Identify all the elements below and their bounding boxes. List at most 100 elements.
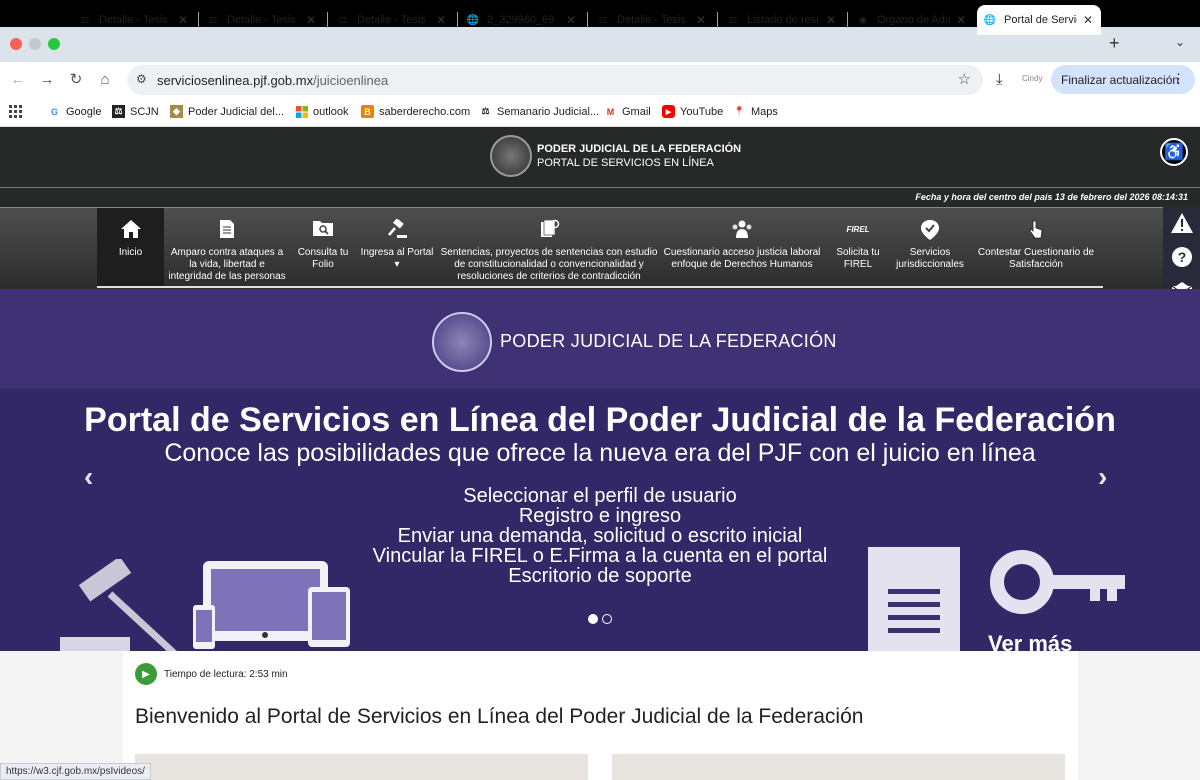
bookmark-google[interactable]: G Google [48, 105, 102, 118]
bookmark-saberderecho[interactable]: B saberderecho.com [361, 105, 470, 118]
back-arrow-icon[interactable]: ← [7, 68, 29, 90]
menu-underline [97, 286, 1103, 288]
reload-icon[interactable]: ↻ [65, 68, 87, 90]
scjn-favicon-icon: ⚖ [80, 14, 90, 26]
browser-tab[interactable]: ◉ Órgano de Adm ✕ [850, 5, 974, 35]
warning-icon[interactable] [1169, 210, 1195, 236]
bookmark-semanario[interactable]: ⚖ Semanario Judicial... [479, 105, 599, 118]
banner-line: Enviar una demanda, solicitud o escrito … [397, 525, 803, 547]
people-icon [662, 219, 822, 241]
bookmark-youtube[interactable]: ▶ YouTube [662, 105, 723, 118]
site-viewport: PODER JUDICIAL DE LA FEDERACIÓN PORTAL D… [0, 127, 1200, 780]
forward-arrow-icon[interactable]: → [36, 68, 58, 90]
menu-item-inicio[interactable]: Inicio [97, 208, 164, 288]
tab-close-icon[interactable]: ✕ [176, 13, 190, 27]
site-header: PODER JUDICIAL DE LA FEDERACIÓN PORTAL D… [0, 127, 1200, 187]
scjn-icon: ⚖ [112, 105, 125, 118]
browser-tab[interactable]: ⚖ Listado de resu ✕ [720, 5, 844, 35]
scjn-favicon-icon: ⚖ [598, 14, 608, 26]
firel-icon: FIREL [846, 225, 870, 234]
site-settings-icon[interactable]: ⚙ [136, 72, 147, 86]
banner-title: Portal de Servicios en Línea del Poder J… [84, 401, 1116, 439]
home-button-icon[interactable]: ⌂ [94, 68, 116, 90]
pointer-icon [970, 219, 1102, 241]
menu-item-amparo[interactable]: Amparo contra ataques a la vida, liberta… [166, 208, 288, 288]
maps-icon: 📍 [733, 106, 746, 116]
national-seal-logo [432, 312, 492, 372]
finish-update-button[interactable]: Finalizar actualización ⋮ [1051, 65, 1195, 94]
apps-grid-icon[interactable] [9, 105, 22, 118]
youtube-icon: ▶ [662, 105, 675, 118]
minimize-window-button[interactable] [29, 38, 41, 50]
carousel-dot[interactable] [588, 614, 598, 624]
tab-close-icon[interactable]: ✕ [954, 13, 968, 27]
bookmark-scjn[interactable]: ⚖ SCJN [112, 105, 159, 118]
menu-item-consulta-folio[interactable]: Consulta tu Folio [296, 208, 350, 288]
carousel-next-icon[interactable]: › [1098, 461, 1107, 493]
carousel-dot[interactable] [602, 614, 612, 624]
seal-favicon-icon: ◉ [858, 14, 868, 26]
key-illustration [990, 550, 1125, 614]
search-folder-icon [296, 219, 350, 241]
maximize-window-button[interactable] [48, 38, 60, 50]
url-text[interactable]: serviciosenlinea.pjf.gob.mx/juicioenline… [157, 73, 388, 88]
bookmark-poder-judicial[interactable]: ◆ Poder Judicial del... [170, 105, 284, 118]
more-menu-icon[interactable]: ⋮ [1172, 71, 1185, 87]
gavel-illustration [60, 559, 177, 651]
help-icon[interactable]: ? [1169, 244, 1195, 270]
scjn-favicon-icon: ⚖ [208, 14, 218, 26]
browser-tab[interactable]: ⚖ Detalle - Tesis ✕ [200, 5, 324, 35]
browser-tab[interactable]: ⚖ Detalle - Tesis ✕ [72, 5, 196, 35]
new-tab-button[interactable]: + [1109, 33, 1120, 54]
close-window-button[interactable] [10, 38, 22, 50]
tab-close-icon[interactable]: ✕ [304, 13, 318, 27]
browser-tab-active[interactable]: 🌐 Portal de Servic ✕ [977, 5, 1101, 35]
tab-list-chevron-icon[interactable]: ⌄ [1175, 35, 1185, 49]
menu-item-servicios[interactable]: Servicios jurisdiccionales [892, 208, 968, 288]
bookmark-outlook[interactable]: outlook [295, 105, 348, 118]
tab-close-icon[interactable]: ✕ [434, 13, 448, 27]
tab-close-icon[interactable]: ✕ [564, 13, 578, 27]
hero-carousel: PODER JUDICIAL DE LA FEDERACIÓN Portal d… [0, 289, 1200, 651]
carousel-indicators [588, 614, 612, 624]
bookmark-star-icon[interactable]: ☆ [958, 70, 971, 88]
play-audio-button[interactable]: ▶ [135, 663, 157, 685]
tab-close-icon[interactable]: ✕ [694, 13, 708, 27]
tab-close-icon[interactable]: ✕ [824, 13, 838, 27]
reading-time: Tiempo de lectura: 2:53 min [164, 669, 288, 680]
browser-tab[interactable]: ⚖ Detalle - Tesis ✕ [590, 5, 714, 35]
pj-icon: ◆ [170, 105, 183, 118]
bookmark-maps[interactable]: 📍 Maps [733, 105, 778, 118]
menu-item-firel[interactable]: FIREL Solicita tu FIREL [832, 208, 884, 288]
tab-close-icon[interactable]: ✕ [1081, 13, 1095, 27]
profile-avatar[interactable]: Cindy [1022, 74, 1042, 83]
accessibility-icon[interactable]: ♿ [1160, 138, 1188, 166]
scjn-icon: ⚖ [481, 106, 490, 116]
scjn-favicon-icon: ⚖ [728, 14, 738, 26]
browser-tab[interactable]: ⚖ Detalle - Tesis ✕ [330, 5, 454, 35]
microsoft-icon [295, 105, 308, 118]
svg-text:?: ? [1178, 249, 1187, 265]
tab-separator [587, 12, 588, 28]
info-card-right[interactable] [612, 754, 1065, 780]
welcome-heading: Bienvenido al Portal de Servicios en Lín… [135, 705, 864, 728]
banner-line: Registro e ingreso [518, 505, 682, 527]
ver-mas-link[interactable]: Ver más [988, 631, 1072, 651]
documents-icon [440, 219, 658, 241]
info-card-left[interactable] [135, 754, 588, 780]
download-icon[interactable]: ⤓ [996, 71, 1003, 88]
address-bar[interactable]: ⚙ serviciosenlinea.pjf.gob.mx/juicioenli… [127, 65, 983, 95]
link-status-bar: https://w3.cjf.gob.mx/psIvideos/ [0, 763, 151, 780]
bookmark-gmail[interactable]: M Gmail [604, 105, 651, 118]
tab-separator [198, 12, 199, 28]
browser-toolbar: ← → ↻ ⌂ ⚙ serviciosenlinea.pjf.gob.mx/ju… [0, 62, 1200, 97]
carousel-prev-icon[interactable]: ‹ [84, 461, 93, 493]
menu-item-satisfaccion[interactable]: Contestar Cuestionario de Satisfacción [970, 208, 1102, 288]
menu-item-cuestionario-laboral[interactable]: Cuestionario acceso justicia laboral enf… [662, 208, 822, 288]
browser-tab[interactable]: 🌐 2_329960_69 ✕ [460, 5, 584, 35]
menu-item-sentencias[interactable]: Sentencias, proyectos de sentencias con … [440, 208, 658, 288]
tab-separator [327, 12, 328, 28]
menu-item-ingresa-portal[interactable]: Ingresa al Portal ▾ [357, 208, 437, 288]
tab-separator [717, 12, 718, 28]
document-illustration [868, 547, 960, 651]
